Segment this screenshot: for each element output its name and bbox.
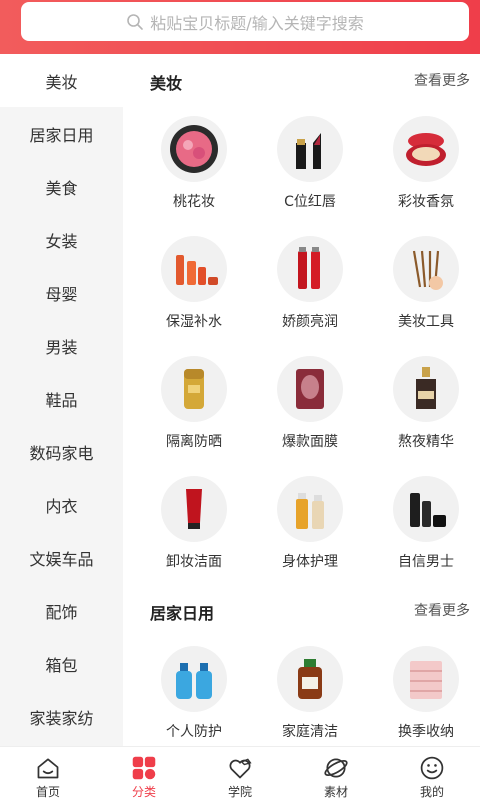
sidebar-item-mens[interactable]: 男装 (0, 319, 123, 372)
item-label: 桃花妆 (173, 194, 215, 210)
sidebar-item-shoes[interactable]: 鞋品 (0, 372, 123, 425)
search-placeholder: 粘贴宝贝标题/输入关键字搜索 (150, 13, 364, 33)
section-title: 美妆 (150, 74, 183, 93)
category-item[interactable]: 隔离防晒 (136, 344, 252, 464)
view-more-link[interactable]: 查看更多 (414, 600, 470, 620)
sidebar-item-home[interactable]: 居家日用 (0, 107, 123, 160)
category-sidebar: 美妆 居家日用 美食 女装 母婴 男装 鞋品 数码家电 内衣 文娱车品 配饰 箱… (0, 54, 123, 746)
sidebar-item-bags[interactable]: 箱包 (0, 637, 123, 690)
category-item[interactable]: 桃花妆 (136, 104, 252, 224)
item-label: 熬夜精华 (398, 434, 454, 450)
item-label: C位红唇 (284, 194, 336, 210)
makeup-brushes-icon (393, 236, 459, 302)
face-mask-icon (277, 356, 343, 422)
sidebar-item-womens[interactable]: 女装 (0, 213, 123, 266)
sidebar-item-food[interactable]: 美食 (0, 160, 123, 213)
category-item[interactable]: 换季收纳 (368, 634, 480, 746)
body-care-icon (277, 476, 343, 542)
tab-mine[interactable]: 我的 (384, 747, 480, 800)
item-label: 个人防护 (166, 724, 222, 740)
tab-label: 素材 (323, 785, 348, 799)
item-label: 换季收纳 (398, 724, 454, 740)
tab-label: 首页 (35, 785, 60, 799)
section-grid-beauty: 桃花妆 C位红唇 彩妆香氛 保湿补水 娇颜亮润 美妆工具 隔离防晒 爆款面膜 熬… (123, 104, 480, 584)
tab-label: 我的 (419, 785, 444, 799)
item-label: 自信男士 (398, 554, 454, 570)
item-label: 美妆工具 (398, 314, 454, 330)
lipstick-icon (277, 116, 343, 182)
search-icon (127, 13, 144, 30)
category-item[interactable]: 自信男士 (368, 464, 480, 584)
item-label: 卸妆洁面 (166, 554, 222, 570)
category-item[interactable]: 卸妆洁面 (136, 464, 252, 584)
compact-powder-icon (161, 116, 227, 182)
cushion-compact-icon (393, 116, 459, 182)
planet-icon (324, 758, 348, 778)
disinfectant-icon (277, 646, 343, 712)
tab-academy[interactable]: 学院 (192, 747, 288, 800)
sidebar-item-underwear[interactable]: 内衣 (0, 478, 123, 531)
sidebar-item-electronics[interactable]: 数码家电 (0, 425, 123, 478)
section-header-home: 居家日用 查看更多 (123, 584, 480, 634)
category-item[interactable]: 彩妆香氛 (368, 104, 480, 224)
item-label: 彩妆香氛 (398, 194, 454, 210)
category-item[interactable]: 美妆工具 (368, 224, 480, 344)
category-content: 美妆 查看更多 桃花妆 C位红唇 彩妆香氛 保湿补水 娇颜亮润 美妆工具 隔离防… (123, 54, 480, 746)
sidebar-item-accessories[interactable]: 配饰 (0, 584, 123, 637)
item-label: 隔离防晒 (166, 434, 222, 450)
category-item[interactable]: 保湿补水 (136, 224, 252, 344)
sidebar-item-baby[interactable]: 母婴 (0, 266, 123, 319)
sidebar-item-beauty[interactable]: 美妆 (0, 54, 123, 107)
search-input[interactable]: 粘贴宝贝标题/输入关键字搜索 (21, 2, 469, 41)
category-item[interactable]: 娇颜亮润 (252, 224, 368, 344)
tab-label: 学院 (227, 785, 252, 799)
category-icon (132, 756, 156, 780)
category-item[interactable]: 身体护理 (252, 464, 368, 584)
mens-care-icon (393, 476, 459, 542)
category-item[interactable]: C位红唇 (252, 104, 368, 224)
item-label: 爆款面膜 (282, 434, 338, 450)
skincare-set-icon (161, 236, 227, 302)
item-label: 身体护理 (282, 554, 338, 570)
item-label: 娇颜亮润 (282, 314, 338, 330)
tab-materials[interactable]: 素材 (288, 747, 384, 800)
item-label: 保湿补水 (166, 314, 222, 330)
bottom-tab-bar: 首页 分类 学院 素材 我的 (0, 746, 480, 800)
category-item[interactable]: 熬夜精华 (368, 344, 480, 464)
top-bar: 粘贴宝贝标题/输入关键字搜索 (0, 0, 480, 54)
category-item[interactable]: 爆款面膜 (252, 344, 368, 464)
home-icon (37, 758, 59, 779)
category-item[interactable]: 家庭清洁 (252, 634, 368, 746)
section-grid-home: 个人防护 家庭清洁 换季收纳 (123, 634, 480, 746)
tab-category[interactable]: 分类 (96, 747, 192, 800)
sidebar-item-entertainment-car[interactable]: 文娱车品 (0, 531, 123, 584)
heart-hat-icon (229, 758, 252, 779)
category-item[interactable]: 个人防护 (136, 634, 252, 746)
cleanser-tube-icon (161, 476, 227, 542)
essence-bottle-icon (393, 356, 459, 422)
smile-icon (420, 756, 444, 780)
tab-home[interactable]: 首页 (0, 747, 96, 800)
item-label: 家庭清洁 (282, 724, 338, 740)
section-header-beauty: 美妆 查看更多 (123, 54, 480, 104)
sidebar-item-home-textile[interactable]: 家装家纺 (0, 690, 123, 743)
storage-drawer-icon (393, 646, 459, 712)
view-more-link[interactable]: 查看更多 (414, 70, 470, 90)
sunscreen-icon (161, 356, 227, 422)
tab-label: 分类 (131, 785, 156, 799)
serum-bottles-icon (277, 236, 343, 302)
section-title: 居家日用 (150, 604, 215, 623)
hand-sanitizer-icon (161, 646, 227, 712)
